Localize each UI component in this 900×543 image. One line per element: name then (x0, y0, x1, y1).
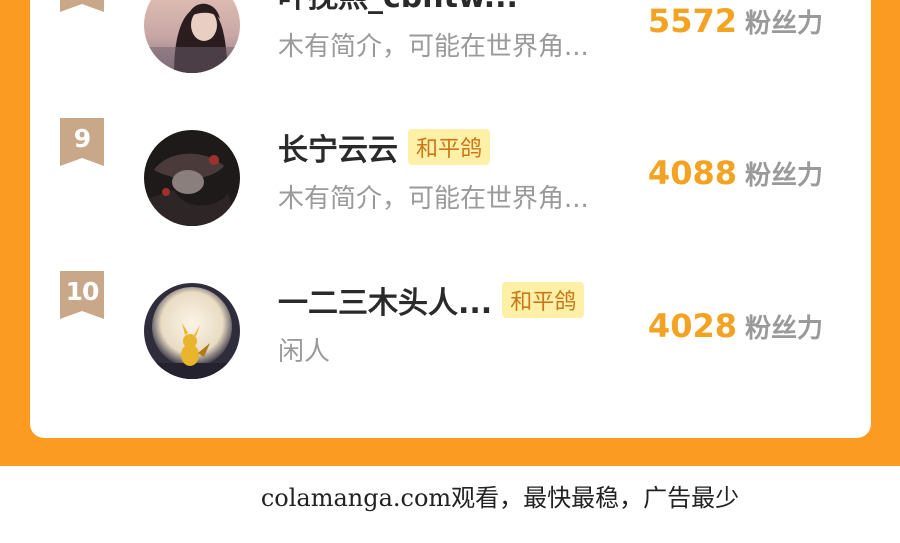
ranking-card: 8 叶挽熙_cbntw... 木有简介，可能在世界角. (30, 0, 871, 438)
avatar[interactable] (144, 283, 240, 379)
fans-info: 4088 粉丝力 (648, 154, 823, 192)
rank-badge: 10 (60, 271, 104, 321)
title-badge: 和平鸽 (408, 129, 491, 165)
user-bio: 闲人 (278, 337, 331, 367)
rank-ribbon-icon (60, 0, 104, 12)
site-watermark: colamanga.com观看，最快最稳，广告最少 (260, 484, 740, 512)
user-name[interactable]: 一二三木头人... (278, 278, 492, 322)
fans-count: 4088 (647, 154, 737, 192)
ranking-row[interactable]: 9 长宁云云 和平鸽 木有简介，可能在世界角... 4088 粉丝力 (30, 113, 871, 226)
user-name[interactable]: 叶挽熙_cbntw... (278, 0, 518, 16)
girl-portrait-avatar-icon (144, 0, 240, 73)
avatar[interactable] (144, 130, 240, 226)
name-line: 一二三木头人... 和平鸽 (278, 278, 585, 321)
title-badge: 和平鸽 (502, 282, 585, 318)
fans-info: 4028 粉丝力 (648, 307, 823, 345)
name-line: 长宁云云 和平鸽 (278, 125, 491, 168)
rank-number: 9 (73, 124, 91, 153)
rank-badge: 8 (60, 0, 104, 14)
rank-number: 10 (65, 277, 100, 306)
ranking-row[interactable]: 10 一二三木头人... 和平鸽 闲人 4028 粉丝力 (30, 266, 871, 379)
fans-unit: 粉丝力 (744, 160, 823, 191)
ranking-row[interactable]: 8 叶挽熙_cbntw... 木有简介，可能在世界角. (30, 0, 871, 73)
dark-anime-avatar-icon (144, 130, 240, 226)
fans-unit: 粉丝力 (744, 313, 823, 344)
avatar[interactable] (144, 0, 240, 73)
fans-unit: 粉丝力 (744, 8, 823, 39)
moon-pikachu-avatar-icon (144, 283, 240, 379)
fans-count: 5572 (647, 2, 737, 40)
user-bio: 木有简介，可能在世界角... (278, 32, 589, 62)
name-line: 叶挽熙_cbntw... (278, 0, 518, 15)
rank-badge: 9 (60, 118, 104, 168)
user-bio: 木有简介，可能在世界角... (278, 184, 589, 214)
fans-count: 4028 (647, 307, 737, 345)
fans-info: 5572 粉丝力 (648, 2, 823, 40)
user-name[interactable]: 长宁云云 (278, 125, 398, 169)
